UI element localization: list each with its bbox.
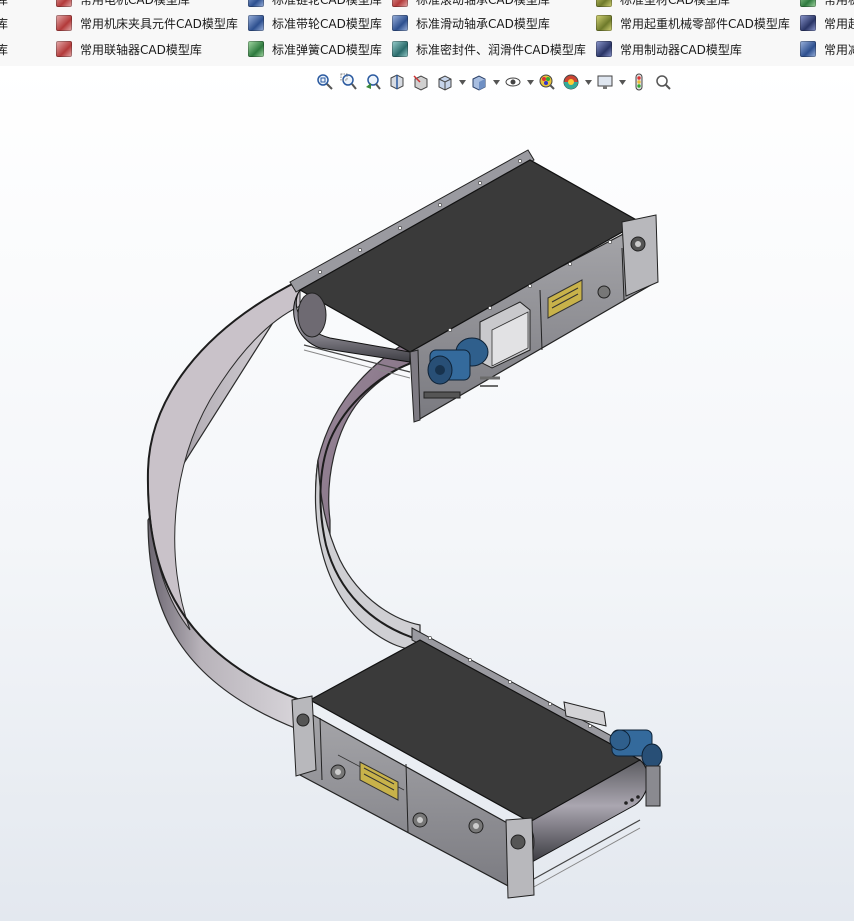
library-item-label: 标准滑动轴承CAD模型库 <box>416 16 550 31</box>
view-orientation-icon <box>438 75 452 91</box>
library-icon-navy <box>596 41 612 57</box>
library-item-label: 模型库 <box>0 15 8 32</box>
library-item-label: 标准滚动轴承CAD模型库 <box>416 0 550 8</box>
view-settings-button[interactable] <box>594 71 616 93</box>
zoom-to-fit-button[interactable] <box>314 71 336 93</box>
library-icon-blue <box>248 0 264 7</box>
library-icon-blue <box>392 15 408 31</box>
library-item-label: 标准链轮CAD模型库 <box>272 0 382 8</box>
library-icon-blue <box>800 41 816 57</box>
library-item[interactable]: 模型库 <box>0 10 8 36</box>
library-item-label: 常用起 <box>824 16 854 31</box>
library-item-label: 标准弹簧CAD模型库 <box>272 42 382 57</box>
library-icon-green <box>248 41 264 57</box>
apply-scene-icon <box>563 74 579 90</box>
library-item-label: 模型库 <box>0 0 8 8</box>
view-settings-icon <box>597 75 613 89</box>
upper-end-plate-left <box>409 349 421 423</box>
library-item[interactable]: 标准弹簧CAD模型库 <box>248 36 382 62</box>
library-item-label: 常用制动器CAD模型库 <box>620 42 742 57</box>
previous-view-icon <box>366 74 381 90</box>
library-row: 模型库 常用机床夹具元件CAD模型库 标准带轮CAD模型库 标准滑动轴承CAD模型库 常… <box>0 10 854 36</box>
design-library-toolbar: 模型库 常用电机CAD模型库 标准链轮CAD模型库 标准滚动轴承CAD模型库 标准型材C… <box>0 0 854 67</box>
library-item-label: 常用电机CAD模型库 <box>80 0 190 8</box>
library-item-label: 模型库 <box>0 41 8 58</box>
library-item[interactable]: 常用联轴器CAD模型库 <box>56 36 202 62</box>
library-item[interactable]: 常用机床夹具元件CAD模型库 <box>56 10 238 36</box>
library-item[interactable]: 模型库 <box>0 36 8 62</box>
library-item[interactable]: 标准密封件、润滑件CAD模型库 <box>392 36 586 62</box>
dropdown-caret-icon[interactable] <box>526 71 534 93</box>
zoom-search-button[interactable] <box>652 71 674 93</box>
upper-roller-end <box>297 292 327 338</box>
library-item[interactable]: 常用起重机械零部件CAD模型库 <box>596 10 790 36</box>
library-icon-red <box>56 0 72 7</box>
section-view-icon <box>390 74 404 90</box>
lower-end-plate-right <box>505 817 535 899</box>
heads-up-view-toolbar <box>314 70 674 94</box>
lower-bearing <box>296 713 310 727</box>
upper-end-plate <box>621 214 659 297</box>
edit-appearance-button[interactable] <box>536 71 558 93</box>
library-icon-navy <box>800 15 816 31</box>
previous-view-button[interactable] <box>362 71 384 93</box>
realview-button[interactable] <box>628 71 650 93</box>
realview-icon <box>635 73 643 91</box>
library-icon-teal <box>392 41 408 57</box>
library-icon-red <box>56 41 72 57</box>
library-item-label: 常用联轴器CAD模型库 <box>80 42 202 57</box>
dynamic-annotation-button[interactable] <box>410 71 432 93</box>
curve-inner-top-edge <box>319 359 421 641</box>
zoom-to-fit-icon <box>317 74 333 90</box>
library-item-label: 标准型材CAD模型库 <box>620 0 730 8</box>
apply-scene-button[interactable] <box>560 71 582 93</box>
lower-bearing <box>510 834 526 850</box>
library-icon-red <box>392 0 408 7</box>
library-item[interactable]: 常用减 <box>800 36 854 62</box>
curve-inner-wall-lower <box>314 459 421 651</box>
library-icon-olive <box>596 15 612 31</box>
upper-bearing <box>597 285 611 299</box>
library-item[interactable]: 常用制动器CAD模型库 <box>596 36 742 62</box>
library-item-label: 常用减 <box>824 42 854 57</box>
zoom-to-area-button[interactable] <box>338 71 360 93</box>
dropdown-caret-icon[interactable] <box>458 71 466 93</box>
library-item-label: 常用起重机械零部件CAD模型库 <box>620 16 790 31</box>
lower-end-plate-left <box>291 695 317 777</box>
zoom-search-icon <box>656 75 671 90</box>
dropdown-caret-icon[interactable] <box>584 71 592 93</box>
dropdown-caret-icon[interactable] <box>492 71 500 93</box>
display-style-button[interactable] <box>468 71 490 93</box>
library-item[interactable]: 标准带轮CAD模型库 <box>248 10 382 36</box>
view-orientation-button[interactable] <box>434 71 456 93</box>
hide-show-items-button[interactable] <box>502 71 524 93</box>
library-item-label: 常用机床夹具元件CAD模型库 <box>80 16 238 31</box>
library-icon-olive <box>596 0 612 7</box>
dynamic-annotation-icon <box>413 75 428 91</box>
zoom-to-area-icon <box>340 73 357 90</box>
section-view-button[interactable] <box>386 71 408 93</box>
library-item[interactable]: 常用起 <box>800 10 854 36</box>
curve-outer-inside <box>147 279 301 631</box>
library-icon-red <box>56 15 72 31</box>
curve-inner-wall-upper <box>315 339 421 571</box>
display-style-icon <box>472 75 486 91</box>
library-icon-green <box>800 0 816 7</box>
library-icon-blue <box>248 15 264 31</box>
library-row: 模型库 常用联轴器CAD模型库 标准弹簧CAD模型库 标准密封件、润滑件CAD模型库 常… <box>0 36 854 62</box>
dropdown-caret-icon[interactable] <box>618 71 626 93</box>
library-item-label: 常用机 <box>824 0 854 8</box>
conveyor-model[interactable] <box>0 66 854 921</box>
library-item-label: 标准密封件、润滑件CAD模型库 <box>416 42 586 57</box>
edit-appearance-icon <box>539 74 555 90</box>
hide-show-items-icon <box>505 77 521 87</box>
library-item-label: 标准带轮CAD模型库 <box>272 16 382 31</box>
library-item[interactable]: 标准滑动轴承CAD模型库 <box>392 10 550 36</box>
